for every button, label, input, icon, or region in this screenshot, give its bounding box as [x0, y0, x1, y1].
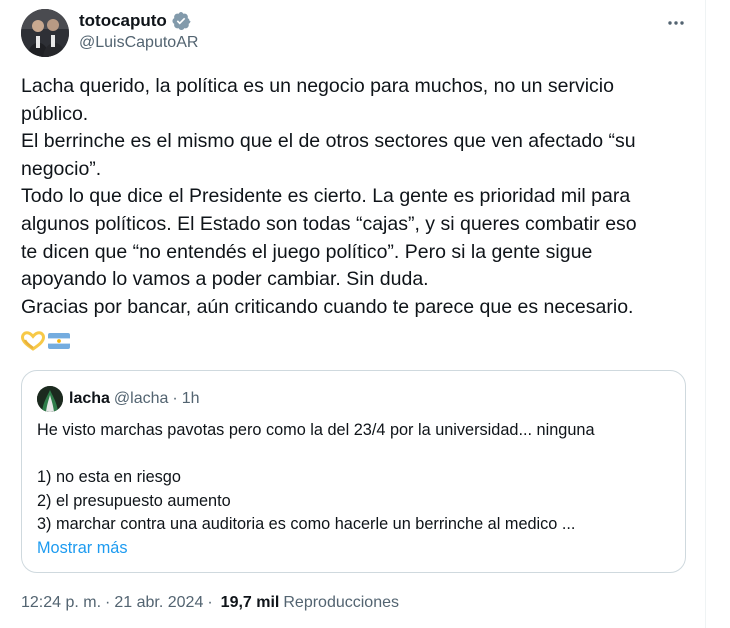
quoted-author-avatar[interactable]	[37, 386, 63, 412]
quoted-line: 1) no esta en riesgo	[37, 468, 181, 486]
tweet-line: negocio”.	[21, 157, 102, 180]
quoted-line: He visto marchas pavotas pero como la de…	[37, 421, 595, 439]
author-block: totocaputo @LuisCaputoAR	[79, 10, 198, 52]
tweet-line: algunos políticos. El Estado son todas “…	[21, 212, 637, 235]
emoji-row	[20, 331, 71, 356]
quoted-tweet-header: lacha @lacha · 1h	[37, 386, 200, 412]
separator-dot: ·	[172, 390, 178, 407]
views-label: Reproducciones	[283, 594, 399, 611]
tweet-metadata: 12:24 p. m. · 21 abr. 2024 · 19,7 mil Re…	[21, 594, 399, 612]
show-more-link[interactable]: Mostrar más	[37, 537, 595, 561]
tweet-line: El berrinche es el mismo que el de otros…	[21, 130, 636, 153]
more-dots-icon	[668, 21, 684, 25]
tweet-card: totocaputo @LuisCaputoAR Lacha querido, …	[0, 0, 706, 628]
more-options-button[interactable]	[661, 8, 691, 38]
author-handle[interactable]: @LuisCaputoAR	[79, 34, 198, 52]
heart-hands-emoji-icon	[20, 331, 46, 356]
quoted-tweet[interactable]: lacha @lacha · 1h He visto marchas pavot…	[21, 370, 686, 573]
verified-badge-icon	[171, 11, 191, 31]
quoted-line: 2) el presupuesto aumento	[37, 491, 231, 510]
argentina-flag-icon	[47, 331, 71, 356]
separator-dot: ·	[207, 594, 213, 611]
tweet-line: te dicen que “no entendés el juego polít…	[21, 240, 593, 263]
author-avatar[interactable]	[21, 9, 69, 57]
quoted-author-name[interactable]: lacha	[69, 390, 110, 408]
quoted-tweet-text: He visto marchas pavotas pero como la de…	[37, 419, 595, 560]
tweet-text: Lacha querido, la política es un negocio…	[21, 73, 691, 321]
quoted-line-blank	[37, 443, 595, 467]
separator-dot: ·	[105, 594, 111, 611]
tweet-line: Todo lo que dice el Presidente es cierto…	[21, 185, 631, 208]
quoted-tweet-time[interactable]: 1h	[182, 390, 200, 408]
author-name[interactable]: totocaputo	[79, 11, 167, 31]
tweet-date[interactable]: 21 abr. 2024	[114, 594, 203, 612]
tweet-line: Lacha querido, la política es un negocio…	[21, 75, 614, 97]
views-count: 19,7 mil	[220, 594, 280, 611]
tweet-line: apoyando lo vamos a poder cambiar. Sin d…	[21, 268, 429, 291]
quoted-line: 3) marchar contra una auditoria es como …	[37, 515, 576, 533]
quoted-author-handle[interactable]: @lacha	[114, 390, 169, 408]
tweet-line: Gracias por bancar, aún criticando cuand…	[21, 295, 634, 318]
tweet-line: público.	[21, 102, 89, 125]
tweet-time[interactable]: 12:24 p. m.	[21, 594, 101, 612]
